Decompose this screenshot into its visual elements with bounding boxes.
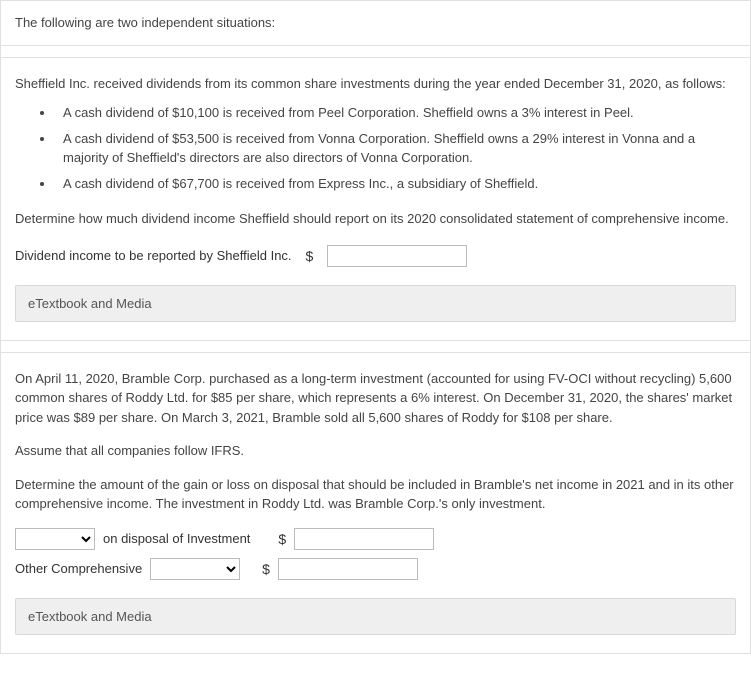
dividend-input-row: Dividend income to be reported by Sheffi… [15,245,736,267]
dividend-input-label: Dividend income to be reported by Sheffi… [15,248,292,263]
situation1-list: A cash dividend of $10,100 is received f… [15,103,736,193]
dividend-income-input[interactable] [327,245,467,267]
situation1-lead: Sheffield Inc. received dividends from i… [15,74,736,94]
disposal-suffix: on disposal of Investment [103,531,250,546]
situation2-question: Determine the amount of the gain or loss… [15,475,736,514]
intro-panel: The following are two independent situat… [0,0,751,45]
list-item: A cash dividend of $67,700 is received f… [55,174,736,194]
oci-row: Other Comprehensive $ [15,558,736,580]
disposal-amount-input[interactable] [294,528,434,550]
intro-text: The following are two independent situat… [15,13,736,33]
etextbook-media-bar[interactable]: eTextbook and Media [15,598,736,635]
divider-gap [0,45,751,57]
currency-symbol: $ [278,531,286,547]
divider-gap [0,340,751,352]
situation-2: On April 11, 2020, Bramble Corp. purchas… [0,352,751,654]
etextbook-media-label: eTextbook and Media [28,609,152,624]
oci-amount-input[interactable] [278,558,418,580]
etextbook-media-bar[interactable]: eTextbook and Media [15,285,736,322]
list-item: A cash dividend of $10,100 is received f… [55,103,736,123]
oci-select[interactable] [150,558,240,580]
etextbook-media-label: eTextbook and Media [28,296,152,311]
disposal-row: on disposal of Investment $ [15,528,736,550]
list-item: A cash dividend of $53,500 is received f… [55,129,736,168]
currency-symbol: $ [262,561,270,577]
oci-prefix: Other Comprehensive [15,561,142,576]
currency-symbol: $ [306,248,314,264]
answer-block: on disposal of Investment $ Other Compre… [15,528,736,580]
situation2-para2: Assume that all companies follow IFRS. [15,441,736,461]
situation-1: Sheffield Inc. received dividends from i… [0,57,751,340]
situation2-para1: On April 11, 2020, Bramble Corp. purchas… [15,369,736,428]
situation1-question: Determine how much dividend income Sheff… [15,209,736,229]
gain-loss-select[interactable] [15,528,95,550]
